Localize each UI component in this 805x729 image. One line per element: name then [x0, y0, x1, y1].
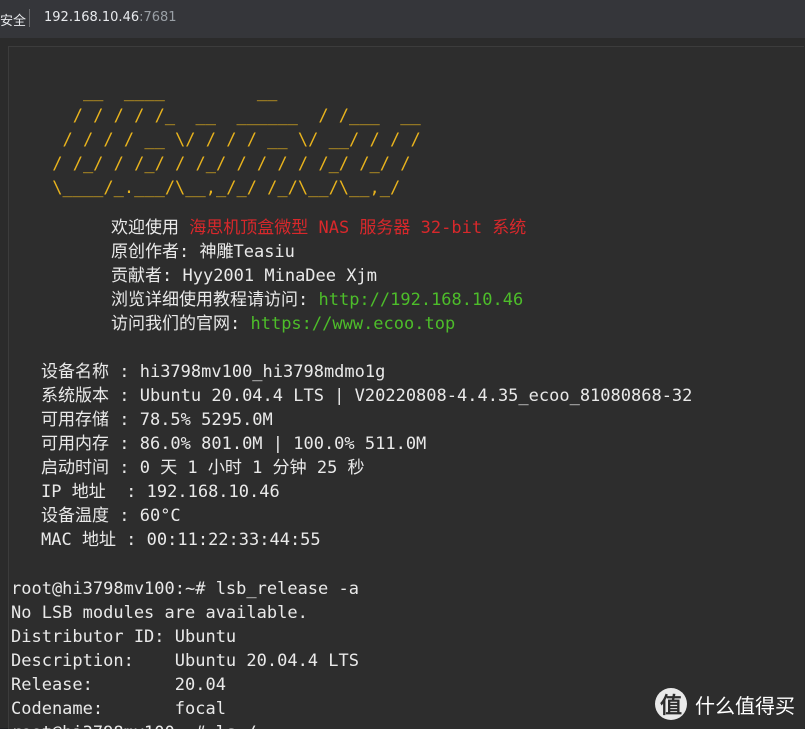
sysinfo-label: 系统版本 :	[41, 386, 140, 406]
url-host: 192.168.10.46	[44, 10, 140, 25]
shell-output-line: Codename: focal	[11, 699, 226, 719]
sysinfo-value: 00:11:22:33:44:55	[146, 530, 321, 550]
shell-command-line: root@hi3798mv100:~# lsb_release -a	[11, 579, 359, 599]
sysinfo-uptime: 启动时间 : 0 天 1 小时 1 分钟 25 秒	[41, 456, 365, 480]
sysinfo-label: 设备名称 :	[41, 362, 140, 382]
ascii-banner-line-3: / / / / __ \/ / / / __ \/ __/ / / /	[42, 130, 421, 150]
sysinfo-ip: IP 地址 : 192.168.10.46	[41, 480, 280, 504]
tutorial-line: 浏览详细使用教程请访问: http://192.168.10.46	[111, 288, 523, 312]
author-label: 原创作者:	[111, 242, 200, 262]
shell-output-line: Release: 20.04	[11, 675, 226, 695]
sysinfo-value: hi3798mv100_hi3798mdmo1g	[139, 362, 386, 382]
sysinfo-temperature: 设备温度 : 60°C	[41, 504, 181, 528]
tutorial-link[interactable]: http://192.168.10.46	[318, 290, 523, 310]
terminal-window[interactable]: __ ____ __ / / / / /_ __ ______ / /___ _…	[8, 46, 804, 729]
sysinfo-device-name: 设备名称 : hi3798mv100_hi3798mdmo1g	[41, 360, 385, 384]
sysinfo-value: 0 天 1 小时 1 分钟 25 秒	[139, 458, 365, 478]
sysinfo-value: 86.0% 801.0M | 100.0% 511.0M	[139, 434, 427, 454]
sysinfo-storage: 可用存储 : 78.5% 5295.0M	[41, 408, 273, 432]
contributors-label: 贡献者:	[111, 266, 183, 286]
author-name: 神雕Teasiu	[199, 242, 295, 262]
contributors-names: Hyy2001 MinaDee Xjm	[182, 266, 377, 286]
sysinfo-label: 可用存储 :	[41, 410, 140, 430]
sysinfo-label: IP 地址 :	[41, 482, 147, 502]
ascii-banner-line-2: / / / / /_ __ ______ / /___ __	[42, 106, 421, 126]
sysinfo-label: 启动时间 :	[41, 458, 140, 478]
sysinfo-label: MAC 地址 :	[41, 530, 147, 550]
sysinfo-memory: 可用内存 : 86.0% 801.0M | 100.0% 511.0M	[41, 432, 426, 456]
watermark-text: 什么值得买	[695, 693, 795, 718]
watermark: 值 什么值得买	[655, 688, 795, 720]
welcome-line: 欢迎使用 海思机顶盒微型 NAS 服务器 32-bit 系统	[111, 216, 526, 240]
sysinfo-label: 可用内存 :	[41, 434, 140, 454]
browser-address-bar[interactable]: 安全 192.168.10.46:7681	[0, 0, 805, 39]
sysinfo-value: 192.168.10.46	[146, 482, 280, 502]
site-label: 访问我们的官网:	[111, 314, 251, 334]
tutorial-label: 浏览详细使用教程请访问:	[111, 290, 319, 310]
url-text[interactable]: 192.168.10.46:7681	[44, 10, 177, 25]
shell-output-line: Description: Ubuntu 20.04.4 LTS	[11, 651, 359, 671]
welcome-prefix: 欢迎使用	[111, 218, 190, 238]
sysinfo-value: 78.5% 5295.0M	[139, 410, 273, 430]
sysinfo-value: 60°C	[139, 506, 181, 526]
ascii-banner-line-1: __ ____ __	[42, 82, 278, 102]
url-port: :7681	[139, 10, 177, 25]
shell-output-line: No LSB modules are available.	[11, 603, 308, 623]
sysinfo-label: 设备温度 :	[41, 506, 140, 526]
author-line: 原创作者: 神雕Teasiu	[111, 240, 295, 264]
sysinfo-os-version: 系统版本 : Ubuntu 20.04.4 LTS | V20220808-4.…	[41, 384, 692, 408]
site-link[interactable]: https://www.ecoo.top	[250, 314, 455, 334]
address-divider	[29, 9, 30, 27]
welcome-highlight: 海思机顶盒微型 NAS 服务器 32-bit 系统	[189, 218, 527, 238]
shell-output-line: Distributor ID: Ubuntu	[11, 627, 237, 647]
sysinfo-value: Ubuntu 20.04.4 LTS | V20220808-4.4.35_ec…	[139, 386, 693, 406]
sysinfo-mac: MAC 地址 : 00:11:22:33:44:55	[41, 528, 321, 552]
site-line: 访问我们的官网: https://www.ecoo.top	[111, 312, 455, 336]
ascii-banner-line-4: / /_/ / /_/ / /_/ / / / / /_/ /_/ /	[42, 154, 411, 174]
watermark-logo-icon: 值	[655, 688, 687, 720]
contributors-line: 贡献者: Hyy2001 MinaDee Xjm	[111, 264, 377, 288]
security-indicator[interactable]: 安全	[0, 10, 26, 29]
ascii-banner-line-5: \____/_.___/\__,_/_/ /_/\__/\__,_/	[42, 178, 401, 198]
